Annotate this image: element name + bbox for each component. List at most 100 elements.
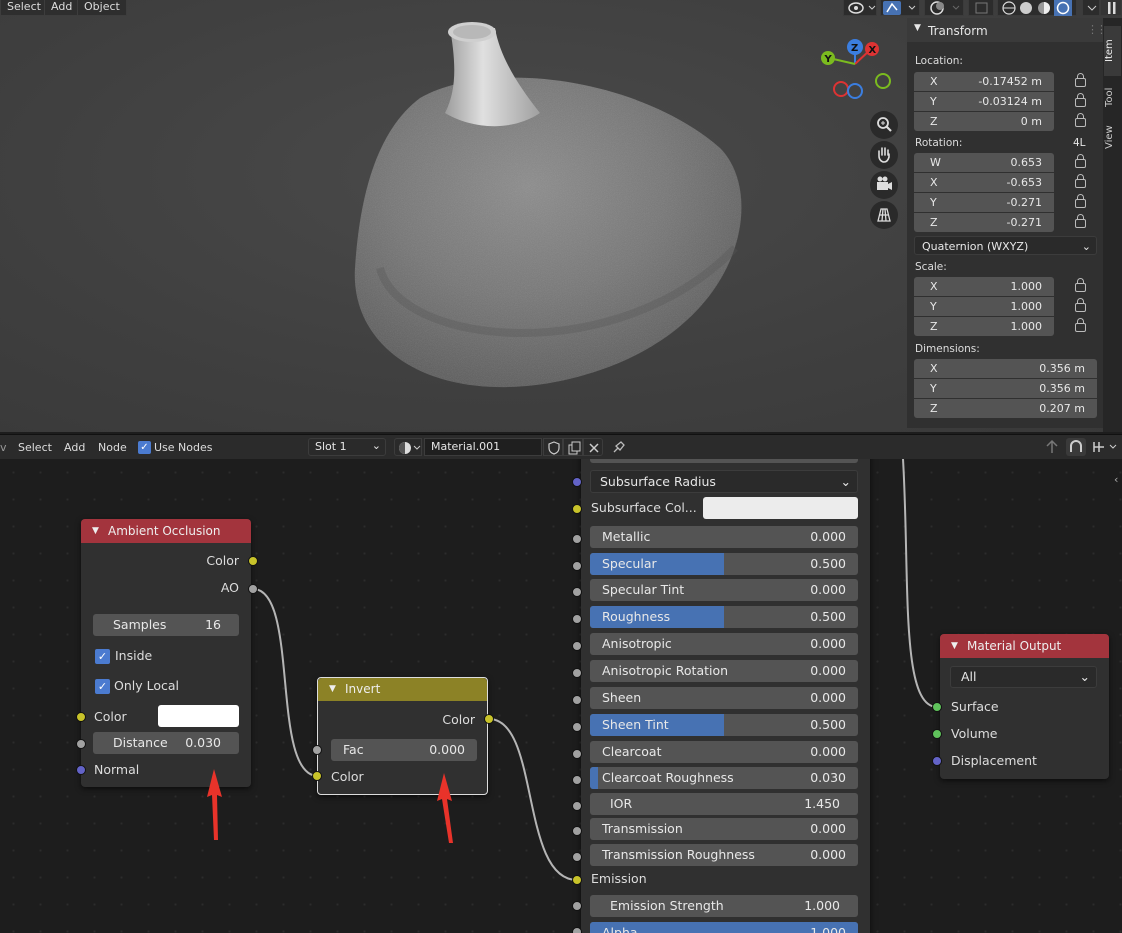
lock-icon[interactable]	[1075, 278, 1086, 292]
transmission-roughness-field[interactable]: Transmission Roughness 0.000	[590, 844, 858, 866]
gizmo-toggle-icon[interactable]	[880, 0, 920, 16]
unlink-material-icon[interactable]	[583, 438, 603, 456]
emission-input-socket[interactable]	[572, 875, 582, 885]
pause-render-icon[interactable]	[1100, 0, 1122, 16]
tab-view[interactable]: View	[1104, 118, 1121, 156]
rotation-mode-dropdown[interactable]: Quaternion (WXYZ) ⌄	[914, 236, 1097, 255]
location-x-field[interactable]: X -0.17452 m	[914, 72, 1054, 91]
material-output-header[interactable]: Material Output	[940, 634, 1109, 658]
fac-field[interactable]: Fac 0.000	[331, 739, 477, 761]
specular-socket[interactable]	[572, 561, 582, 571]
anisotropic-field[interactable]: Anisotropic 0.000	[590, 633, 858, 655]
invert-fac-input-socket[interactable]	[312, 745, 322, 755]
use-nodes-checkbox[interactable]: ✓	[138, 441, 151, 454]
anisotropic-rotation-field[interactable]: Anisotropic Rotation 0.000	[590, 660, 858, 682]
tab-tool[interactable]: Tool	[1104, 78, 1121, 116]
overlay-toggle-icon[interactable]	[924, 0, 964, 16]
dimensions-y-field[interactable]: Y 0.356 m	[914, 379, 1097, 398]
principled-bsdf-node[interactable]: Subsurface Radius ⌄ Subsurface Col... Me…	[581, 459, 870, 933]
lock-icon[interactable]	[1075, 154, 1086, 168]
volume-input-socket[interactable]	[932, 729, 942, 739]
perspective-grid-icon[interactable]	[870, 201, 898, 229]
pan-hand-icon[interactable]	[870, 141, 898, 169]
specular-tint-field[interactable]: Specular Tint 0.000	[590, 579, 858, 601]
invert-node[interactable]: Invert Color Fac 0.000 Color	[317, 677, 488, 795]
snap-target-icon[interactable]	[1090, 438, 1120, 456]
sheen-socket[interactable]	[572, 695, 582, 705]
invert-color-input-socket[interactable]	[312, 771, 322, 781]
material-browse-icon[interactable]	[394, 438, 422, 456]
only-local-checkbox[interactable]: ✓	[95, 679, 110, 694]
metallic-socket[interactable]	[572, 534, 582, 544]
pin-icon[interactable]	[610, 438, 628, 456]
transmission-roughness-socket[interactable]	[572, 852, 582, 862]
ambient-occlusion-node[interactable]: Ambient Occlusion Color AO Samples 16 ✓ …	[81, 519, 251, 787]
roughness-socket[interactable]	[572, 614, 582, 624]
shading-mode-group[interactable]	[997, 0, 1077, 16]
transmission-socket[interactable]	[572, 826, 582, 836]
location-z-field[interactable]: Z 0 m	[914, 112, 1054, 131]
roughness-field[interactable]: Roughness 0.500	[590, 606, 858, 628]
clearcoat-roughness-socket[interactable]	[572, 775, 582, 785]
clearcoat-roughness-field[interactable]: Clearcoat Roughness 0.030	[590, 767, 858, 789]
rotation-z-field[interactable]: Z -0.271	[914, 213, 1054, 232]
rotation-x-field[interactable]: X -0.653	[914, 173, 1054, 192]
samples-field[interactable]: Samples 16	[93, 614, 239, 636]
surface-input-socket[interactable]	[932, 702, 942, 712]
rotation-w-field[interactable]: W 0.653	[914, 153, 1054, 172]
invert-node-header[interactable]: Invert	[318, 678, 487, 701]
output-target-dropdown[interactable]: All ⌄	[950, 666, 1097, 688]
menu-node[interactable]: Node	[98, 441, 127, 454]
view-object-types-icon[interactable]	[843, 0, 877, 16]
navigation-gizmo[interactable]: Z X Y	[815, 36, 895, 106]
clearcoat-field[interactable]: Clearcoat 0.000	[590, 741, 858, 763]
scale-x-field[interactable]: X 1.000	[914, 277, 1054, 296]
anisotropic-socket[interactable]	[572, 641, 582, 651]
alpha-socket[interactable]	[572, 927, 582, 933]
ao-ao-output-socket[interactable]	[248, 584, 258, 594]
node-canvas[interactable]: Ambient Occlusion Color AO Samples 16 ✓ …	[0, 459, 1122, 933]
subsurface-radius-socket[interactable]	[572, 477, 582, 487]
clearcoat-socket[interactable]	[572, 749, 582, 759]
material-slot-dropdown[interactable]: Slot 1 ⌄	[308, 438, 386, 456]
sheen-tint-socket[interactable]	[572, 722, 582, 732]
xray-toggle-icon[interactable]	[968, 0, 994, 16]
lock-icon[interactable]	[1075, 93, 1086, 107]
ao-node-header[interactable]: Ambient Occlusion	[81, 519, 251, 543]
specular-field[interactable]: Specular 0.500	[590, 553, 858, 575]
ao-color-output-socket[interactable]	[248, 556, 258, 566]
inside-checkbox[interactable]: ✓	[95, 649, 110, 664]
ior-field[interactable]: IOR 1.450	[590, 793, 858, 815]
ior-socket[interactable]	[572, 801, 582, 811]
alpha-field[interactable]: Alpha 1.000	[590, 922, 858, 933]
dimensions-x-field[interactable]: X 0.356 m	[914, 359, 1097, 378]
transform-panel-header[interactable]: ▼ Transform ⋮⋮	[907, 18, 1107, 42]
menu-select[interactable]: Select	[0, 0, 48, 16]
sheen-tint-field[interactable]: Sheen Tint 0.500	[590, 714, 858, 736]
subsurface-radius-dropdown[interactable]: Subsurface Radius ⌄	[590, 470, 858, 493]
zoom-icon[interactable]	[870, 111, 898, 139]
location-y-field[interactable]: Y -0.03124 m	[914, 92, 1054, 111]
invert-color-output-socket[interactable]	[484, 714, 494, 724]
menu-select-nodes[interactable]: Select	[18, 441, 52, 454]
ao-normal-input-socket[interactable]	[76, 765, 86, 775]
fake-user-shield-icon[interactable]	[543, 438, 563, 456]
lock-icon[interactable]	[1075, 318, 1086, 332]
lock-icon[interactable]	[1075, 174, 1086, 188]
lock-icon[interactable]	[1075, 113, 1086, 127]
snapping-icon[interactable]	[1066, 438, 1086, 456]
menu-object[interactable]: Object	[77, 0, 127, 16]
anisotropic-rotation-socket[interactable]	[572, 668, 582, 678]
collapse-arrow-icon[interactable]: ‹	[1114, 473, 1118, 486]
menu-add[interactable]: Add	[44, 0, 80, 16]
lock-icon[interactable]	[1075, 298, 1086, 312]
tab-item[interactable]: Item	[1104, 26, 1121, 76]
sheen-field[interactable]: Sheen 0.000	[590, 687, 858, 709]
camera-view-icon[interactable]	[870, 171, 898, 199]
subsurface-color-socket[interactable]	[572, 504, 582, 514]
emission-strength-field[interactable]: Emission Strength 1.000	[590, 895, 858, 917]
material-output-node[interactable]: Material Output All ⌄ Surface Volume Dis…	[940, 634, 1109, 779]
metallic-field[interactable]: Metallic 0.000	[590, 526, 858, 548]
lock-icon[interactable]	[1075, 214, 1086, 228]
distance-field[interactable]: Distance 0.030	[93, 732, 239, 754]
